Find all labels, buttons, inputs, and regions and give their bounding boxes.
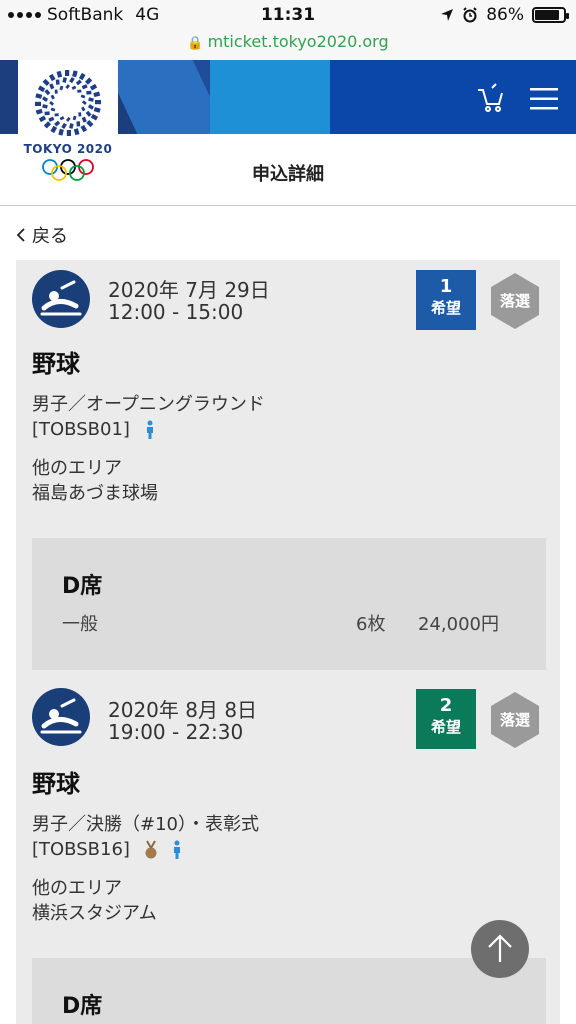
rank-badge: 1 希望 <box>416 270 476 330</box>
event-code: [TOBSB16] <box>32 839 130 860</box>
result-text: 落選 <box>499 711 530 729</box>
status-bar: SoftBank 4G 11:31 86% <box>0 0 576 32</box>
rank-label: 希望 <box>430 299 461 317</box>
ticket-price: 24,000円 <box>418 614 499 635</box>
menu-icon[interactable] <box>528 86 560 112</box>
rank-number: 2 <box>439 695 453 716</box>
arrow-up-icon <box>488 934 512 962</box>
rank-number: 1 <box>439 276 453 297</box>
seat-name: D席 <box>62 574 103 599</box>
bronze-medal-icon <box>145 840 157 859</box>
event-date: 2020年 7月 29日 <box>108 278 270 302</box>
chevron-left-icon <box>16 228 25 242</box>
status-right: 86% <box>440 5 569 25</box>
event-name: 男子／決勝（#10）・表彰式 <box>32 814 259 835</box>
person-icon <box>146 420 153 439</box>
battery-icon <box>532 7 569 23</box>
logo-text: TOKYO 2020 <box>23 142 113 156</box>
ticket-quantity: 6枚 <box>356 614 386 635</box>
scroll-to-top-button[interactable] <box>471 920 529 978</box>
application-card: 2020年 7月 29日 12:00 - 15:00 1 希望 落選 野球 男子… <box>16 260 560 670</box>
baseball-icon <box>32 688 90 746</box>
result-badge: 落選 <box>486 691 544 749</box>
olympic-rings-icon <box>42 159 94 181</box>
rank-badge: 2 希望 <box>416 689 476 749</box>
person-icon <box>174 840 181 859</box>
event-date: 2020年 8月 8日 <box>108 698 258 722</box>
event-code: [TOBSB01] <box>32 419 130 440</box>
tokyo2020-logo[interactable]: TOKYO 2020 <box>18 60 118 200</box>
url-text: mticket.tokyo2020.org <box>207 32 389 51</box>
lock-icon: 🔒 <box>187 36 204 51</box>
url-bar[interactable]: 🔒 mticket.tokyo2020.org <box>0 32 576 60</box>
alarm-icon <box>463 7 477 23</box>
event-code-line: [TOBSB01] <box>32 417 156 442</box>
rank-label: 希望 <box>430 718 461 736</box>
event-code-line: [TOBSB16] <box>32 837 183 862</box>
event-name: 男子／オープニングラウンド <box>32 394 265 415</box>
sport-name: 野球 <box>32 770 80 798</box>
sport-name: 野球 <box>32 350 80 378</box>
back-label: 戻る <box>32 226 68 247</box>
area: 他のエリア <box>32 458 122 479</box>
cart-icon[interactable] <box>474 82 506 114</box>
battery-percent: 86% <box>486 5 524 25</box>
back-link[interactable]: 戻る <box>16 222 68 248</box>
baseball-icon <box>32 270 90 328</box>
result-text: 落選 <box>499 292 530 310</box>
seat-name: D席 <box>62 994 103 1019</box>
ticket-type: 一般 <box>62 614 98 635</box>
event-time: 19:00 - 22:30 <box>108 720 244 744</box>
seat-box: D席 <box>32 958 546 1024</box>
venue: 横浜スタジアム <box>32 903 157 924</box>
event-time: 12:00 - 15:00 <box>108 300 244 324</box>
location-icon <box>441 9 454 21</box>
seat-box: D席 一般 6枚 24,000円 <box>32 538 546 670</box>
emblem-icon <box>35 70 101 136</box>
result-badge: 落選 <box>486 272 544 330</box>
venue: 福島あづま球場 <box>32 483 158 504</box>
area: 他のエリア <box>32 878 122 899</box>
